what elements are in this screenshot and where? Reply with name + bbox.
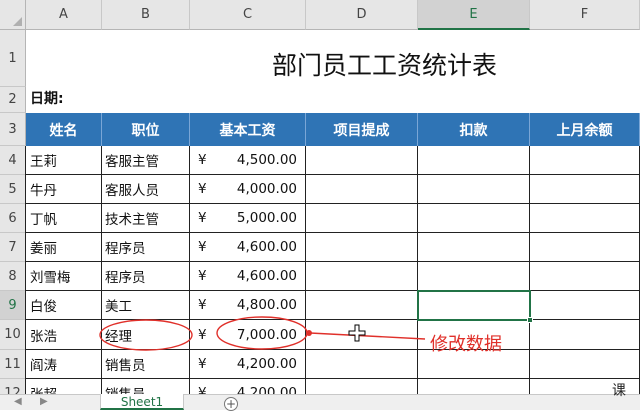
sheet-tab-bar: ◀ ▶	[0, 394, 640, 410]
tab-scroll-left-icon[interactable]: ◀	[14, 396, 22, 407]
add-sheet-button[interactable]: +	[224, 397, 238, 411]
plus-circle-icon: +	[225, 397, 237, 411]
sheet-tab-sheet1[interactable]: Sheet1	[100, 394, 184, 410]
annotation-circle-position	[99, 319, 193, 351]
sheet-tab-label: Sheet1	[120, 395, 164, 409]
annotation-text: 修改数据	[430, 334, 502, 355]
cursor-move-icon	[348, 324, 366, 342]
annotation-circle-salary	[216, 316, 308, 350]
annotation-arrow-head	[306, 330, 312, 336]
annotation-arrow-line	[309, 332, 426, 340]
annotation-layer	[99, 316, 426, 351]
tab-scroll-right-icon[interactable]: ▶	[40, 396, 48, 407]
watermark-text: 课	[612, 383, 626, 399]
